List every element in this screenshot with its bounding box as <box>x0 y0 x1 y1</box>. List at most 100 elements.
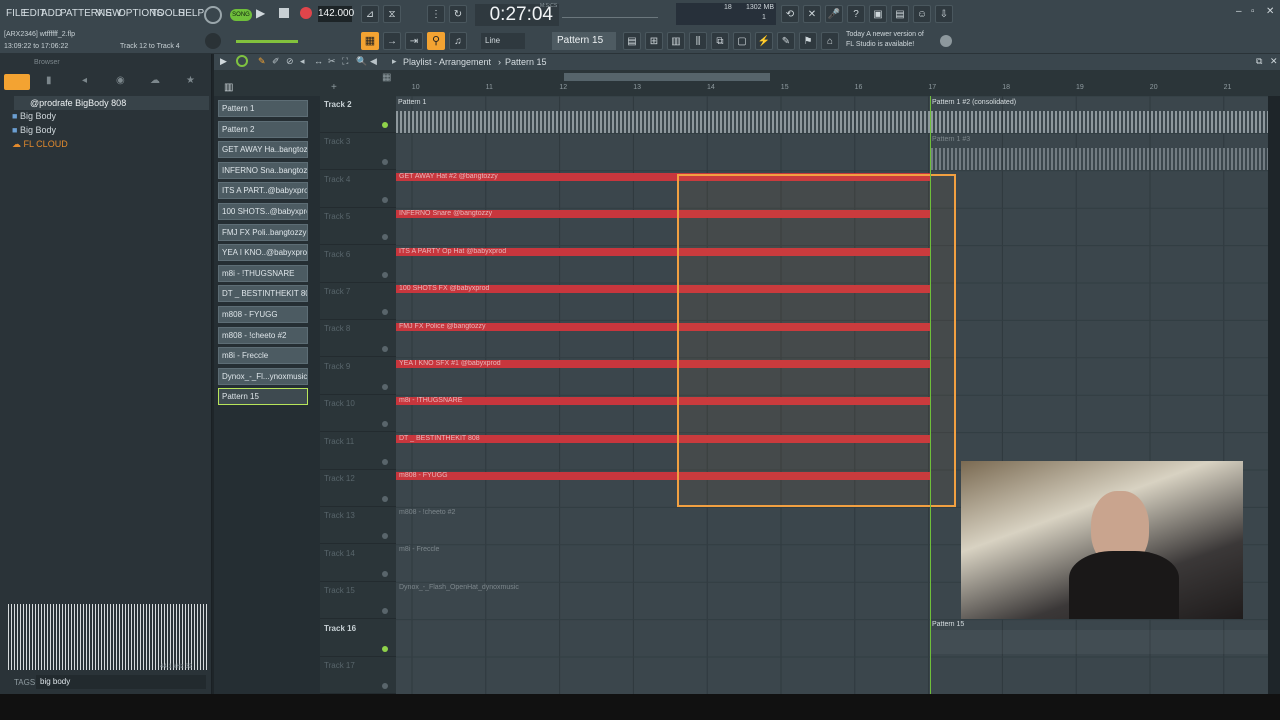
track-mute-led-icon[interactable] <box>382 383 388 390</box>
mute-tool-icon[interactable]: ◂ <box>300 56 305 67</box>
tempo-tapper-icon[interactable]: ⚑ <box>799 32 817 50</box>
picker-item[interactable]: Pattern 2 <box>218 120 308 138</box>
countdown-icon[interactable]: ⋮ <box>427 5 445 23</box>
track-mute-led-icon[interactable] <box>382 683 388 689</box>
track-mute-led-icon[interactable] <box>382 271 388 278</box>
maximize-icon[interactable]: ▫ <box>1251 6 1255 17</box>
plugin-db-icon[interactable]: ⚡ <box>755 32 773 50</box>
picker-item[interactable]: m8i - Freccle <box>218 347 308 365</box>
track-header[interactable]: Track 17 <box>320 657 396 694</box>
picker-item[interactable]: Dynox_-_Fl...ynoxmusic <box>218 367 308 385</box>
track-mute-led-icon[interactable] <box>382 196 388 203</box>
track-mute-led-icon[interactable] <box>382 608 388 615</box>
track-header[interactable]: Track 13 <box>320 507 396 545</box>
shop-icon[interactable]: ⌂ <box>821 32 839 50</box>
picker-item[interactable]: Pattern 15 <box>218 388 308 406</box>
play-icon[interactable]: ▶ <box>256 6 272 22</box>
plugin-icon[interactable]: ▤ <box>891 5 909 23</box>
zoom-tool-icon[interactable]: 🔍 <box>356 56 367 67</box>
channel-rack-icon[interactable]: ▥ <box>667 32 685 50</box>
news-line2[interactable]: FL Studio is available! <box>846 41 914 48</box>
track-header[interactable]: Track 6 <box>320 246 396 283</box>
browser-all-icon[interactable] <box>4 74 30 90</box>
selection-rectangle[interactable] <box>677 174 956 507</box>
mixer-view-icon[interactable]: ⫼ <box>689 32 707 50</box>
track-mute-led-icon[interactable] <box>382 533 388 540</box>
bell-icon[interactable]: ♫ <box>449 32 467 50</box>
track-mute-led-icon[interactable] <box>382 496 388 502</box>
blend-icon[interactable]: ⇥ <box>405 32 423 50</box>
master-pitch-slider[interactable] <box>562 8 658 18</box>
track-mute-led-icon[interactable] <box>382 234 388 241</box>
picker-item[interactable]: FMJ FX Poli..bangtozzy <box>218 223 308 241</box>
picker-item[interactable]: 100 SHOTS..@babyxprod <box>218 203 308 220</box>
draw-tool-icon[interactable]: ✎ <box>258 56 266 67</box>
picker-item[interactable]: INFERNO Sna..bangtozzy <box>218 161 308 179</box>
song-mode-button[interactable]: SONG <box>230 9 252 21</box>
track-header[interactable]: Track 14 <box>320 545 396 582</box>
timeline-ruler[interactable]: 10 11 12 13 14 15 16 17 18 19 20 21 <box>396 84 1268 96</box>
picker-item[interactable]: Pattern 1 <box>218 100 308 117</box>
track-header[interactable]: Track 5 <box>320 208 396 246</box>
piano-icon[interactable]: ▥ <box>224 82 233 93</box>
track-mute-led-icon[interactable] <box>382 309 388 315</box>
help-icon[interactable]: ? <box>847 5 865 23</box>
microphone-icon[interactable]: 🎤 <box>825 5 843 23</box>
add-track-icon[interactable]: + <box>331 82 337 93</box>
clip-pattern-1-wave[interactable] <box>396 111 931 133</box>
wait-input-icon[interactable]: ⧖ <box>383 5 401 23</box>
arrangement-arrow-icon[interactable]: ▸ <box>392 56 397 67</box>
snap-magnet-icon[interactable]: ⚲ <box>427 32 445 50</box>
picker-item[interactable]: DT _ BESTINTHEKIT 808 <box>218 285 308 303</box>
fl-cloud-item[interactable]: ☁ FL CLOUD <box>12 139 68 150</box>
track-header[interactable]: Track 12 <box>320 470 396 507</box>
track-mute-led-icon[interactable] <box>382 159 388 166</box>
track-grid-icon[interactable]: ▦ <box>382 72 391 83</box>
ghost-clip[interactable]: m8i - Freccle <box>396 546 439 554</box>
playlist-icon[interactable]: ▤ <box>623 32 641 50</box>
clip-consolidated-wave[interactable] <box>931 111 1268 133</box>
picker-item[interactable]: ITS A PART..@babyxprod <box>218 182 308 200</box>
snap-select[interactable]: Line <box>481 33 525 49</box>
track-mute-led-icon[interactable] <box>382 421 388 428</box>
track-mute-led-icon[interactable] <box>382 346 388 353</box>
picker-item[interactable]: GET AWAY Ha..bangtozzy <box>218 141 308 159</box>
news-icon[interactable] <box>940 35 952 47</box>
piano-roll-icon[interactable]: ⊞ <box>645 32 663 50</box>
track-mute-led-icon[interactable] <box>382 458 388 465</box>
loop-record-icon[interactable]: ↻ <box>449 5 467 23</box>
browser-cloud-icon[interactable]: ☁ <box>150 75 160 86</box>
playlist-pattern[interactable]: Pattern 15 <box>505 57 547 67</box>
track-header[interactable]: Track 4 <box>320 171 396 208</box>
browser-item[interactable]: ■ Big Body <box>12 111 56 121</box>
pattern-selector[interactable]: Pattern 15 <box>552 32 616 50</box>
menu-help[interactable]: HELP <box>178 8 204 19</box>
metronome-icon[interactable]: ⊿ <box>361 5 379 23</box>
browser-files-icon[interactable]: ▮ <box>46 75 52 86</box>
save-icon[interactable]: ▣ <box>869 5 887 23</box>
browser-item-selected[interactable]: @prodrafe BigBody 808 <box>14 96 209 110</box>
playlist-menu-icon[interactable]: ▶ <box>220 56 227 67</box>
track-header[interactable]: Track 11 <box>320 433 396 470</box>
templates-icon[interactable]: ▢ <box>733 32 751 50</box>
select-tool-icon[interactable]: ⛶ <box>342 56 348 67</box>
playlist-close-icon[interactable]: ✕ <box>1270 56 1278 67</box>
close-icon[interactable]: ✕ <box>1266 6 1274 17</box>
tags-search-input[interactable]: big body <box>36 675 206 689</box>
menu-add[interactable]: ADD <box>41 8 62 19</box>
track-header[interactable]: Track 2 <box>320 96 396 133</box>
browser-icon[interactable]: ⧉ <box>711 32 729 50</box>
record-icon[interactable] <box>300 7 312 19</box>
slip-tool-icon[interactable]: ↔ <box>314 56 323 66</box>
ghost-clip[interactable]: Dynox_-_Flash_OpenHat_dynoxmusic <box>396 584 519 592</box>
slice-tool-icon[interactable]: ✂ <box>328 56 336 67</box>
track-mute-led-icon[interactable] <box>382 645 388 652</box>
track-header[interactable]: Track 15 <box>320 582 396 620</box>
browser-item[interactable]: ■ Big Body <box>12 125 56 135</box>
mixer-icon[interactable]: ✕ <box>803 5 821 23</box>
master-volume-knob-icon[interactable] <box>205 33 221 49</box>
picker-item[interactable]: YEA I KNO..@babyxprod <box>218 244 308 262</box>
track-header[interactable]: Track 9 <box>320 358 396 395</box>
picker-item[interactable]: m808 - !cheeto #2 <box>218 326 308 344</box>
step-edit-icon[interactable]: → <box>383 32 401 50</box>
